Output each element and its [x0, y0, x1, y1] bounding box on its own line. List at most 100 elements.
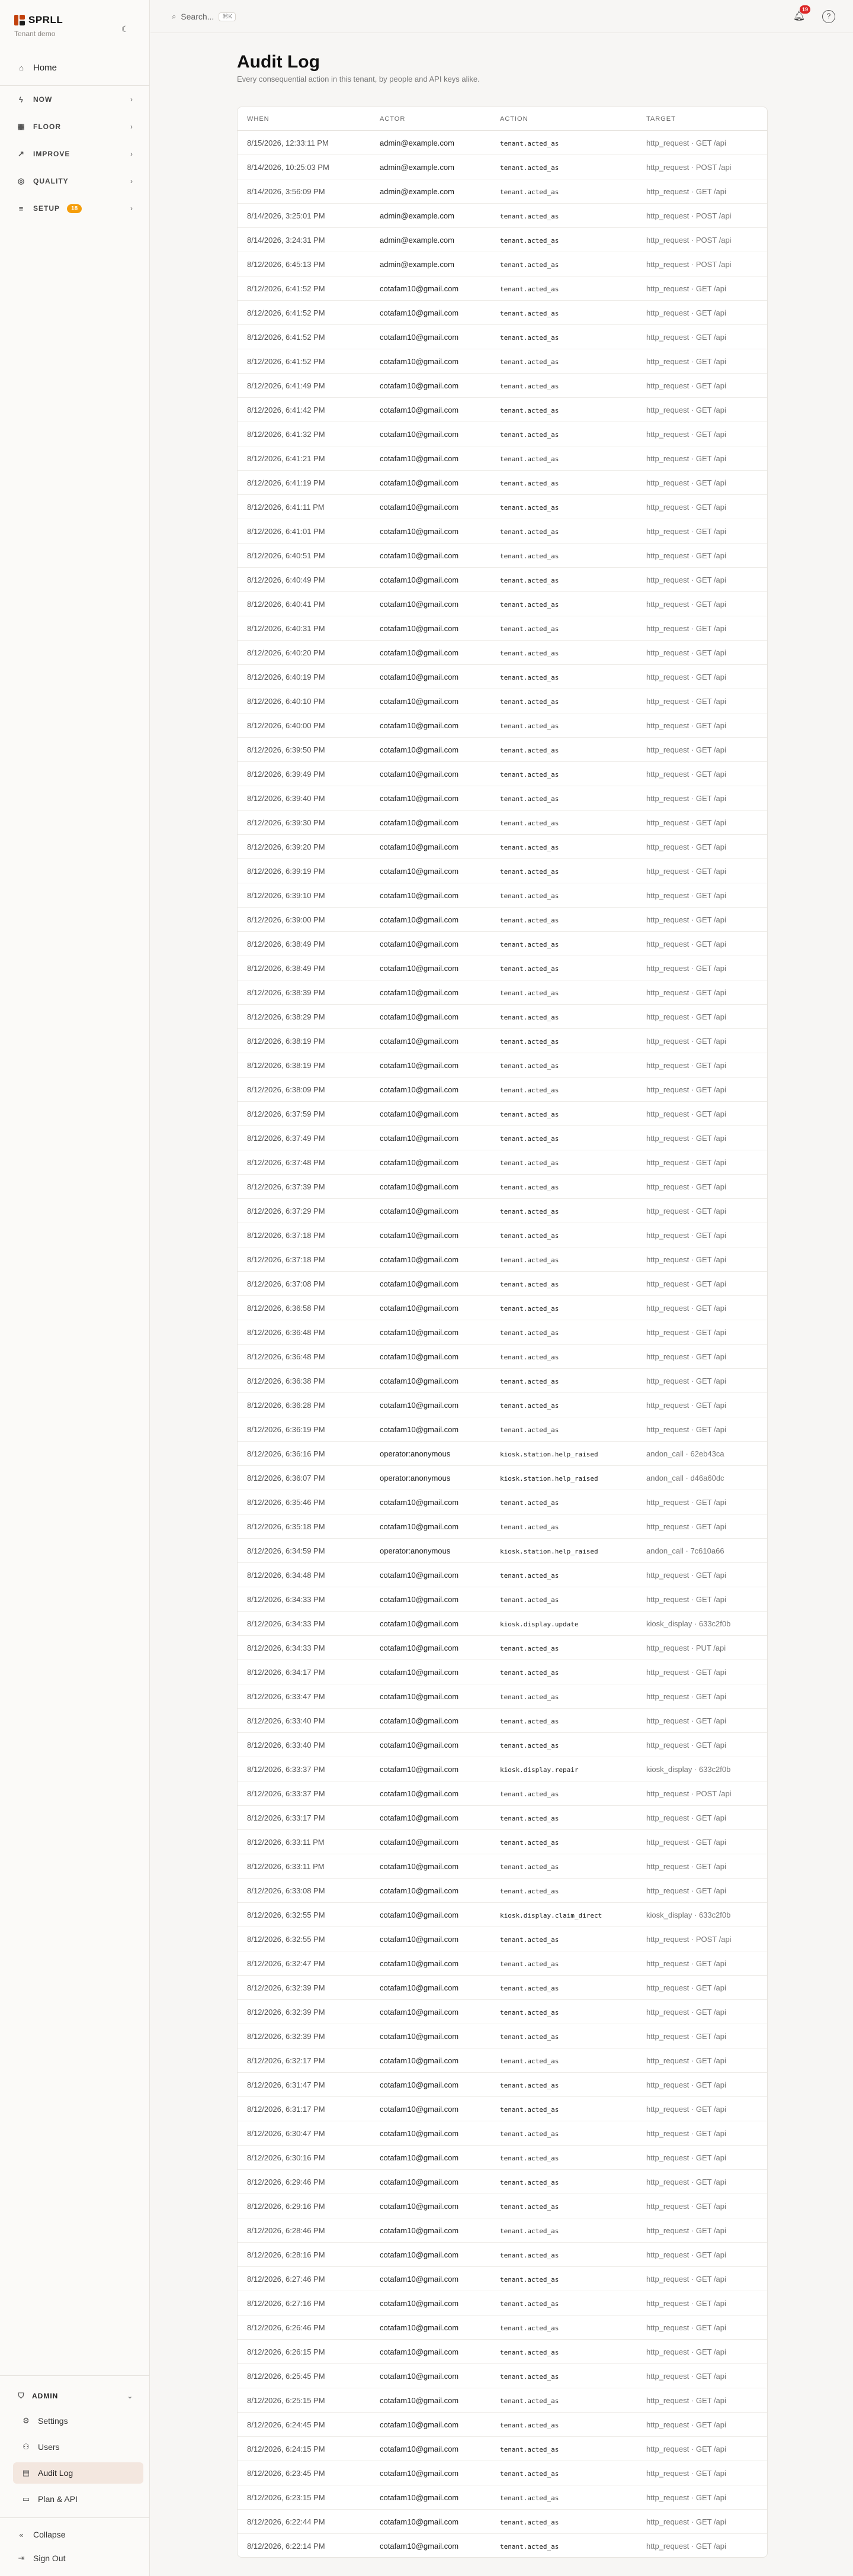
- table-row[interactable]: 8/12/2026, 6:36:48 PM cotafam10@gmail.com…: [238, 1320, 767, 1345]
- table-row[interactable]: 8/12/2026, 6:34:33 PM cotafam10@gmail.com…: [238, 1636, 767, 1660]
- table-row[interactable]: 8/12/2026, 6:41:42 PM cotafam10@gmail.com…: [238, 398, 767, 422]
- table-row[interactable]: 8/14/2026, 3:56:09 PM admin@example.com te…: [238, 179, 767, 204]
- table-row[interactable]: 8/12/2026, 6:30:16 PM cotafam10@gmail.com…: [238, 2146, 767, 2170]
- table-row[interactable]: 8/12/2026, 6:37:18 PM cotafam10@gmail.com…: [238, 1223, 767, 1247]
- table-row[interactable]: 8/12/2026, 6:29:46 PM cotafam10@gmail.com…: [238, 2170, 767, 2194]
- table-row[interactable]: 8/12/2026, 6:23:45 PM cotafam10@gmail.com…: [238, 2461, 767, 2485]
- table-row[interactable]: 8/14/2026, 3:24:31 PM admin@example.com te…: [238, 228, 767, 252]
- table-row[interactable]: 8/12/2026, 6:39:30 PM cotafam10@gmail.com…: [238, 811, 767, 835]
- table-row[interactable]: 8/12/2026, 6:39:19 PM cotafam10@gmail.com…: [238, 859, 767, 883]
- table-row[interactable]: 8/12/2026, 6:41:11 PM cotafam10@gmail.com…: [238, 495, 767, 519]
- nav-group-floor[interactable]: ▦ FLOOR ›: [7, 117, 143, 137]
- table-row[interactable]: 8/12/2026, 6:41:52 PM cotafam10@gmail.com…: [238, 276, 767, 301]
- admin-item-audit-log[interactable]: ▤ Audit Log: [13, 2462, 143, 2484]
- table-row[interactable]: 8/12/2026, 6:22:14 PM cotafam10@gmail.com…: [238, 2534, 767, 2557]
- table-row[interactable]: 8/12/2026, 6:41:21 PM cotafam10@gmail.com…: [238, 446, 767, 471]
- notifications-bell-icon[interactable]: 🔔︎ 19: [793, 5, 810, 23]
- table-row[interactable]: 8/12/2026, 6:40:20 PM cotafam10@gmail.com…: [238, 641, 767, 665]
- table-row[interactable]: 8/12/2026, 6:28:16 PM cotafam10@gmail.com…: [238, 2243, 767, 2267]
- table-row[interactable]: 8/12/2026, 6:40:10 PM cotafam10@gmail.com…: [238, 689, 767, 713]
- table-row[interactable]: 8/12/2026, 6:39:50 PM cotafam10@gmail.com…: [238, 738, 767, 762]
- table-row[interactable]: 8/12/2026, 6:32:55 PM cotafam10@gmail.com…: [238, 1927, 767, 1951]
- table-row[interactable]: 8/12/2026, 6:32:39 PM cotafam10@gmail.com…: [238, 2024, 767, 2048]
- table-row[interactable]: 8/12/2026, 6:37:08 PM cotafam10@gmail.com…: [238, 1272, 767, 1296]
- table-row[interactable]: 8/12/2026, 6:29:16 PM cotafam10@gmail.com…: [238, 2194, 767, 2218]
- table-row[interactable]: 8/12/2026, 6:41:32 PM cotafam10@gmail.com…: [238, 422, 767, 446]
- table-row[interactable]: 8/12/2026, 6:40:19 PM cotafam10@gmail.com…: [238, 665, 767, 689]
- table-row[interactable]: 8/12/2026, 6:33:37 PM cotafam10@gmail.com…: [238, 1757, 767, 1781]
- table-row[interactable]: 8/14/2026, 3:25:01 PM admin@example.com te…: [238, 204, 767, 228]
- table-row[interactable]: 8/12/2026, 6:34:17 PM cotafam10@gmail.com…: [238, 1660, 767, 1684]
- table-row[interactable]: 8/12/2026, 6:22:44 PM cotafam10@gmail.com…: [238, 2510, 767, 2534]
- table-row[interactable]: 8/12/2026, 6:37:29 PM cotafam10@gmail.com…: [238, 1199, 767, 1223]
- nav-group-now[interactable]: ϟ NOW ›: [7, 89, 143, 110]
- table-row[interactable]: 8/12/2026, 6:40:49 PM cotafam10@gmail.com…: [238, 568, 767, 592]
- table-row[interactable]: 8/12/2026, 6:39:10 PM cotafam10@gmail.com…: [238, 883, 767, 908]
- admin-item-plan-api[interactable]: ▭ Plan & API: [13, 2488, 143, 2510]
- table-row[interactable]: 8/12/2026, 6:25:45 PM cotafam10@gmail.com…: [238, 2364, 767, 2388]
- table-row[interactable]: 8/12/2026, 6:34:33 PM cotafam10@gmail.com…: [238, 1612, 767, 1636]
- table-row[interactable]: 8/12/2026, 6:37:49 PM cotafam10@gmail.com…: [238, 1126, 767, 1150]
- theme-toggle-moon-icon[interactable]: ☾: [120, 24, 130, 34]
- table-row[interactable]: 8/12/2026, 6:37:59 PM cotafam10@gmail.com…: [238, 1102, 767, 1126]
- logo[interactable]: SPRLL: [14, 14, 136, 26]
- table-row[interactable]: 8/14/2026, 10:25:03 PM admin@example.com t…: [238, 155, 767, 179]
- table-row[interactable]: 8/12/2026, 6:26:46 PM cotafam10@gmail.com…: [238, 2315, 767, 2340]
- table-row[interactable]: 8/12/2026, 6:28:46 PM cotafam10@gmail.com…: [238, 2218, 767, 2243]
- table-row[interactable]: 8/12/2026, 6:33:11 PM cotafam10@gmail.com…: [238, 1854, 767, 1879]
- table-row[interactable]: 8/12/2026, 6:33:17 PM cotafam10@gmail.com…: [238, 1806, 767, 1830]
- table-row[interactable]: 8/12/2026, 6:35:18 PM cotafam10@gmail.com…: [238, 1514, 767, 1539]
- table-row[interactable]: 8/12/2026, 6:38:09 PM cotafam10@gmail.com…: [238, 1078, 767, 1102]
- table-row[interactable]: 8/12/2026, 6:37:18 PM cotafam10@gmail.com…: [238, 1247, 767, 1272]
- table-row[interactable]: 8/12/2026, 6:36:48 PM cotafam10@gmail.com…: [238, 1345, 767, 1369]
- table-row[interactable]: 8/12/2026, 6:41:49 PM cotafam10@gmail.com…: [238, 374, 767, 398]
- table-row[interactable]: 8/12/2026, 6:39:00 PM cotafam10@gmail.com…: [238, 908, 767, 932]
- table-row[interactable]: 8/12/2026, 6:36:58 PM cotafam10@gmail.com…: [238, 1296, 767, 1320]
- table-row[interactable]: 8/12/2026, 6:40:41 PM cotafam10@gmail.com…: [238, 592, 767, 616]
- table-row[interactable]: 8/12/2026, 6:24:15 PM cotafam10@gmail.com…: [238, 2437, 767, 2461]
- admin-section-toggle[interactable]: ⛉ ADMIN ⌄: [7, 2386, 143, 2406]
- table-row[interactable]: 8/12/2026, 6:41:52 PM cotafam10@gmail.com…: [238, 301, 767, 325]
- table-row[interactable]: 8/12/2026, 6:32:39 PM cotafam10@gmail.com…: [238, 2000, 767, 2024]
- table-row[interactable]: 8/12/2026, 6:38:19 PM cotafam10@gmail.com…: [238, 1053, 767, 1078]
- table-row[interactable]: 8/12/2026, 6:34:48 PM cotafam10@gmail.com…: [238, 1563, 767, 1587]
- table-row[interactable]: 8/12/2026, 6:33:40 PM cotafam10@gmail.com…: [238, 1709, 767, 1733]
- table-row[interactable]: 8/12/2026, 6:32:55 PM cotafam10@gmail.com…: [238, 1903, 767, 1927]
- table-row[interactable]: 8/12/2026, 6:40:00 PM cotafam10@gmail.com…: [238, 713, 767, 738]
- table-row[interactable]: 8/12/2026, 6:45:13 PM admin@example.com te…: [238, 252, 767, 276]
- table-row[interactable]: 8/12/2026, 6:39:20 PM cotafam10@gmail.com…: [238, 835, 767, 859]
- admin-item-settings[interactable]: ⚙ Settings: [13, 2410, 143, 2432]
- table-row[interactable]: 8/12/2026, 6:30:47 PM cotafam10@gmail.com…: [238, 2121, 767, 2146]
- table-row[interactable]: 8/12/2026, 6:39:49 PM cotafam10@gmail.com…: [238, 762, 767, 786]
- table-row[interactable]: 8/12/2026, 6:36:28 PM cotafam10@gmail.com…: [238, 1393, 767, 1417]
- table-row[interactable]: 8/12/2026, 6:37:39 PM cotafam10@gmail.com…: [238, 1175, 767, 1199]
- table-row[interactable]: 8/12/2026, 6:26:15 PM cotafam10@gmail.com…: [238, 2340, 767, 2364]
- table-row[interactable]: 8/12/2026, 6:38:39 PM cotafam10@gmail.com…: [238, 980, 767, 1005]
- table-row[interactable]: 8/12/2026, 6:25:15 PM cotafam10@gmail.com…: [238, 2388, 767, 2413]
- nav-group-setup[interactable]: ≡ SETUP 18 ›: [7, 198, 143, 218]
- table-row[interactable]: 8/12/2026, 6:32:39 PM cotafam10@gmail.com…: [238, 1976, 767, 2000]
- table-row[interactable]: 8/12/2026, 6:38:49 PM cotafam10@gmail.com…: [238, 932, 767, 956]
- table-row[interactable]: 8/12/2026, 6:23:15 PM cotafam10@gmail.com…: [238, 2485, 767, 2510]
- collapse-button[interactable]: « Collapse: [7, 2524, 143, 2545]
- table-row[interactable]: 8/12/2026, 6:37:48 PM cotafam10@gmail.com…: [238, 1150, 767, 1175]
- table-row[interactable]: 8/12/2026, 6:41:01 PM cotafam10@gmail.com…: [238, 519, 767, 543]
- table-row[interactable]: 8/12/2026, 6:40:31 PM cotafam10@gmail.com…: [238, 616, 767, 641]
- table-row[interactable]: 8/12/2026, 6:27:16 PM cotafam10@gmail.com…: [238, 2291, 767, 2315]
- table-row[interactable]: 8/12/2026, 6:41:52 PM cotafam10@gmail.com…: [238, 325, 767, 349]
- table-row[interactable]: 8/12/2026, 6:38:19 PM cotafam10@gmail.com…: [238, 1029, 767, 1053]
- table-row[interactable]: 8/12/2026, 6:32:47 PM cotafam10@gmail.com…: [238, 1951, 767, 1976]
- table-row[interactable]: 8/12/2026, 6:32:17 PM cotafam10@gmail.com…: [238, 2048, 767, 2073]
- table-row[interactable]: 8/12/2026, 6:31:47 PM cotafam10@gmail.com…: [238, 2073, 767, 2097]
- admin-item-users[interactable]: ⚇ Users: [13, 2436, 143, 2458]
- table-row[interactable]: 8/12/2026, 6:34:33 PM cotafam10@gmail.com…: [238, 1587, 767, 1612]
- table-row[interactable]: 8/12/2026, 6:41:52 PM cotafam10@gmail.com…: [238, 349, 767, 374]
- table-row[interactable]: 8/12/2026, 6:33:08 PM cotafam10@gmail.com…: [238, 1879, 767, 1903]
- table-row[interactable]: 8/12/2026, 6:39:40 PM cotafam10@gmail.com…: [238, 786, 767, 811]
- table-row[interactable]: 8/12/2026, 6:40:51 PM cotafam10@gmail.com…: [238, 543, 767, 568]
- nav-home[interactable]: ⌂ Home: [7, 57, 143, 78]
- table-row[interactable]: 8/12/2026, 6:38:29 PM cotafam10@gmail.com…: [238, 1005, 767, 1029]
- table-row[interactable]: 8/12/2026, 6:36:16 PM operator:anonymous k…: [238, 1442, 767, 1466]
- table-row[interactable]: 8/12/2026, 6:33:37 PM cotafam10@gmail.com…: [238, 1781, 767, 1806]
- nav-group-quality[interactable]: ◎ QUALITY ›: [7, 171, 143, 191]
